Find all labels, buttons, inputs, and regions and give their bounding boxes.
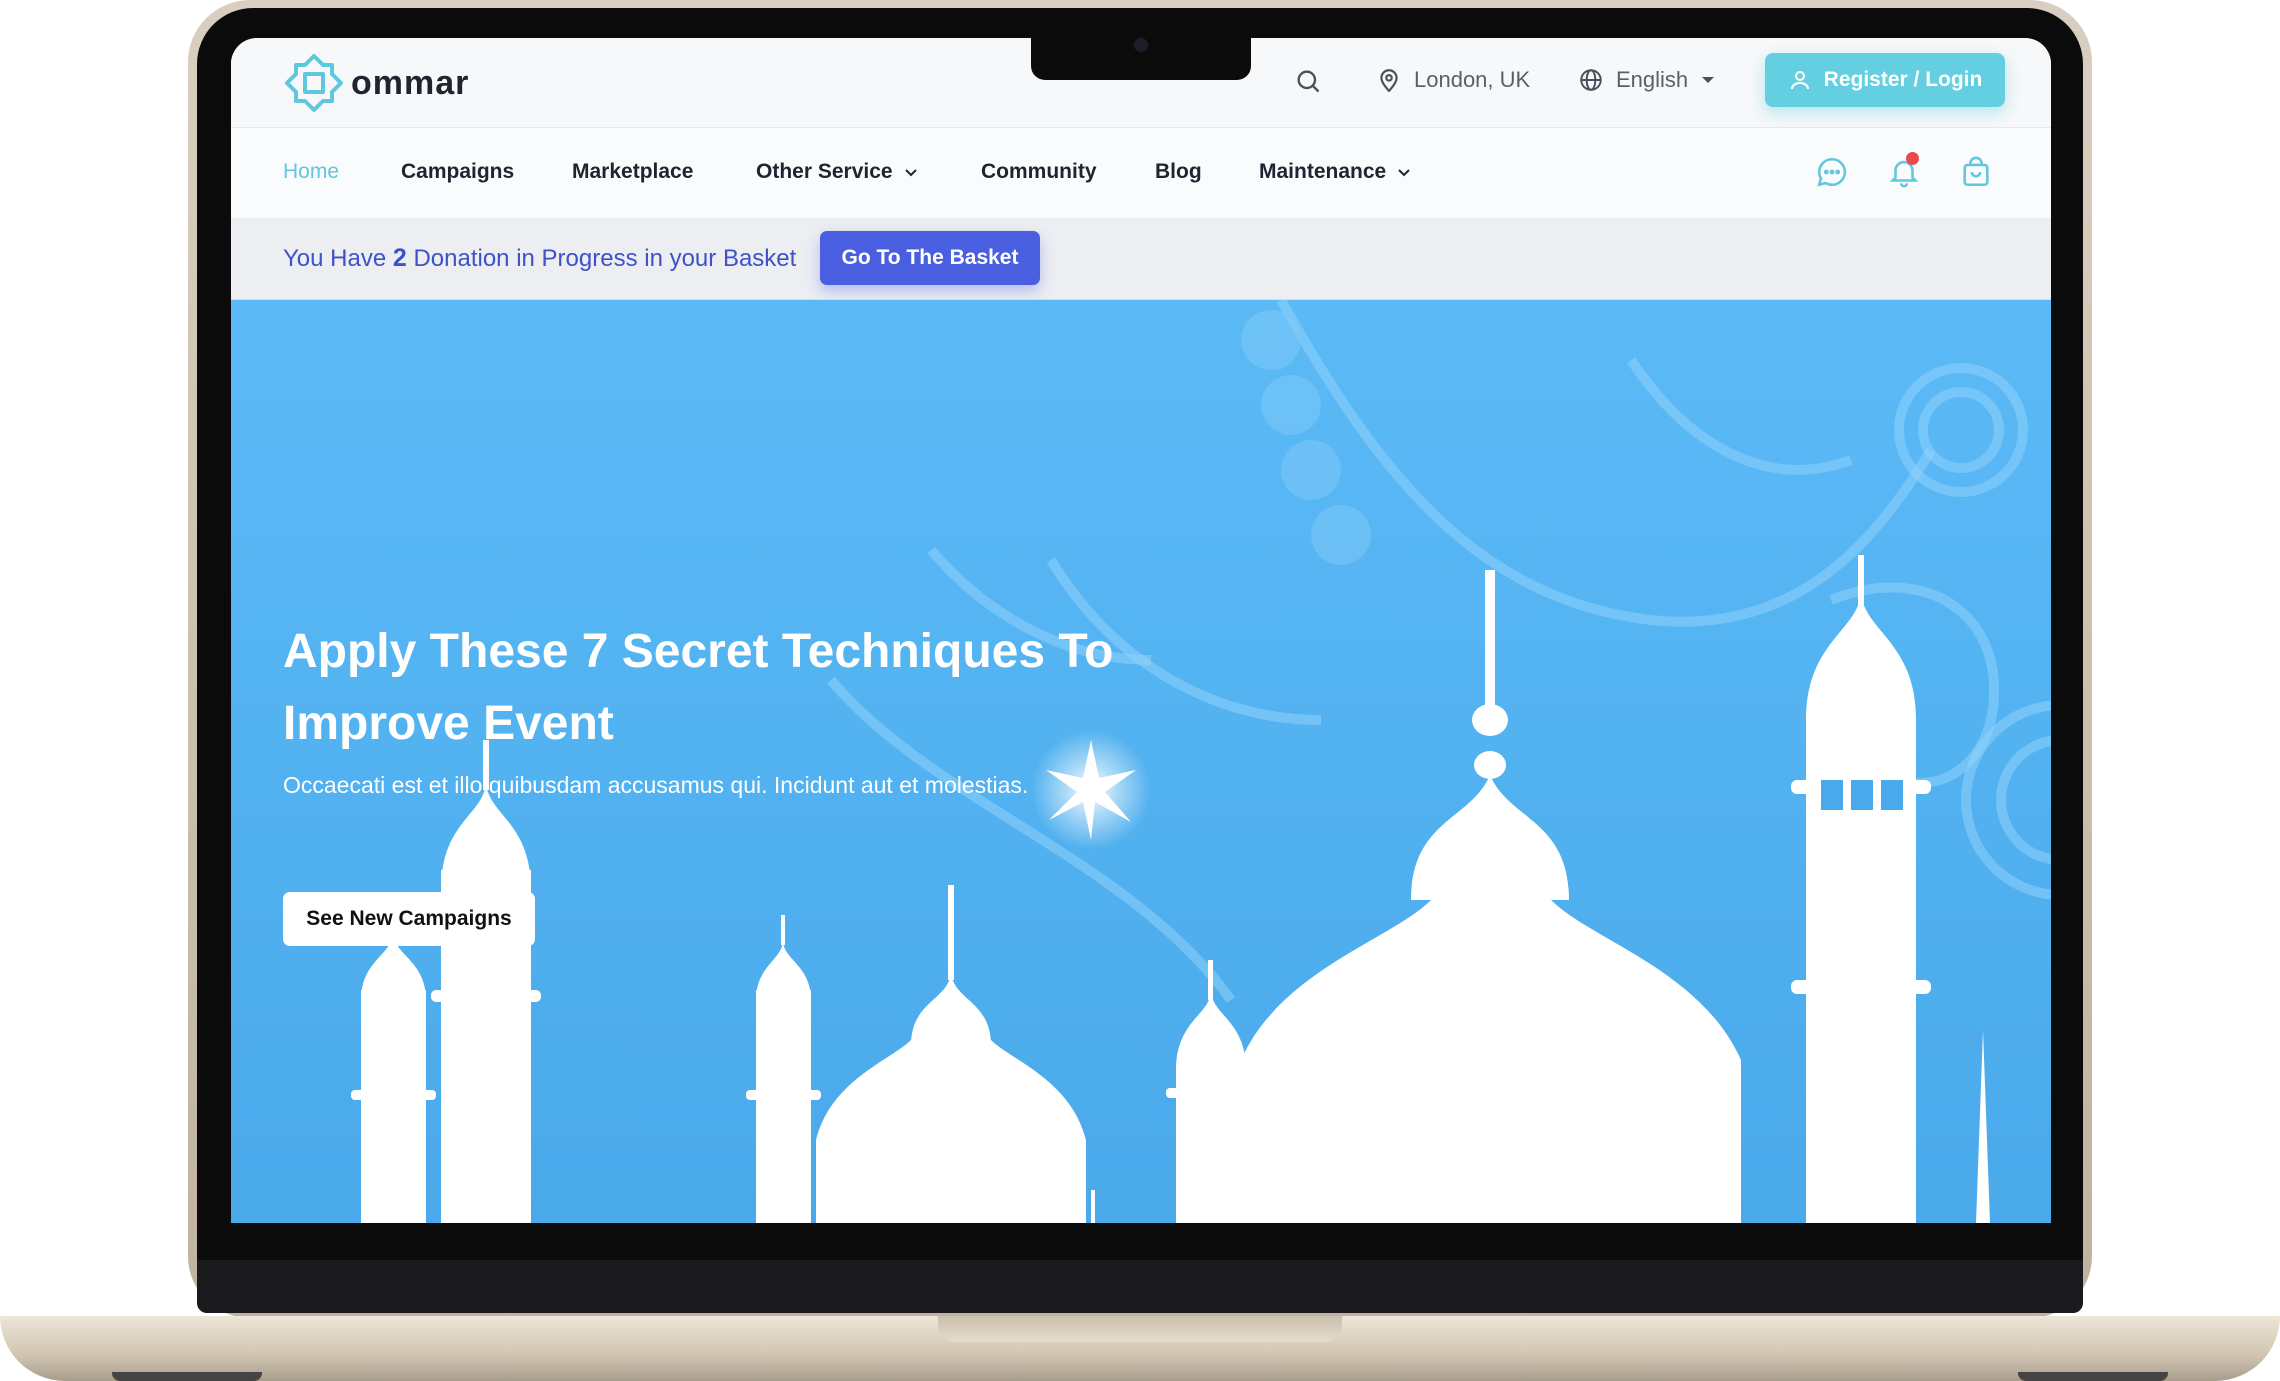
nav-item-label: Blog <box>1155 160 1202 183</box>
brand-name: ommar <box>351 63 470 102</box>
messages-button[interactable] <box>1812 152 1852 192</box>
laptop-foot-right <box>2018 1372 2168 1381</box>
basket-notice-text: You Have 2 Donation in Progress in your … <box>283 244 796 273</box>
chevron-down-icon <box>904 169 917 177</box>
hero-title: Apply These 7 Secret Techniques To Impro… <box>283 625 1114 750</box>
globe-icon <box>1580 69 1602 91</box>
go-to-basket-label: Go To The Basket <box>841 246 1019 269</box>
go-to-basket-button[interactable]: Go To The Basket <box>820 231 1040 285</box>
logo-mark-icon <box>285 54 343 112</box>
nav-item-marketplace[interactable]: Marketplace <box>572 160 693 184</box>
nav-item-label: Marketplace <box>572 160 694 183</box>
map-pin-icon <box>1380 69 1398 93</box>
nav-item-campaigns[interactable]: Campaigns <box>401 160 514 184</box>
nav-item-blog[interactable]: Blog <box>1155 160 1202 184</box>
basket-notice: You Have 2 Donation in Progress in your … <box>231 218 2051 300</box>
laptop-foot-left <box>112 1372 262 1381</box>
user-icon <box>1790 71 1809 90</box>
nav-item-other-service[interactable]: Other Service <box>756 160 919 184</box>
register-login-label: Register / Login <box>1823 68 1983 91</box>
camera-icon <box>1134 38 1148 52</box>
nav-item-label: Campaigns <box>401 160 515 183</box>
location-selector[interactable]: London, UK <box>1376 67 1530 93</box>
see-new-campaigns-button[interactable]: See New Campaigns <box>283 892 535 946</box>
cart-button[interactable] <box>1956 152 1996 192</box>
search-button[interactable] <box>1294 67 1322 95</box>
nav-item-home[interactable]: Home <box>283 160 339 184</box>
nav-item-label: Community <box>981 160 1097 183</box>
notifications-button[interactable] <box>1884 152 1924 192</box>
language-selector[interactable]: English <box>1578 67 1716 93</box>
basket-prefix: You Have <box>283 245 393 272</box>
caret-down-icon <box>1702 77 1715 83</box>
notification-dot <box>1906 152 1919 165</box>
hero-subtitle: Occaecati est et illo quibusdam accusamu… <box>283 772 1029 798</box>
see-new-campaigns-label: See New Campaigns <box>306 907 512 930</box>
mosque-illustration <box>231 300 2051 1223</box>
register-login-button[interactable]: Register / Login <box>1765 53 2005 107</box>
basket-count: 2 <box>392 244 407 272</box>
nav-item-label: Other Service <box>756 160 893 183</box>
hero-banner: Apply These 7 Secret Techniques To Impro… <box>231 300 2051 1223</box>
laptop-chin <box>197 1260 2083 1313</box>
location-label: London, UK <box>1414 67 1531 92</box>
nav-item-community[interactable]: Community <box>981 160 1097 184</box>
basket-suffix: Donation in Progress in your Basket <box>406 245 797 272</box>
laptop-base-notch <box>938 1316 1342 1342</box>
nav-item-label: Home <box>283 160 340 183</box>
main-nav: Home Campaigns Marketplace Other Service… <box>231 128 2051 218</box>
search-icon <box>1297 70 1320 93</box>
chevron-down-icon <box>1398 169 1410 177</box>
chat-icon <box>1817 157 1847 187</box>
nav-item-maintenance[interactable]: Maintenance <box>1259 160 1412 184</box>
nav-item-label: Maintenance <box>1259 160 1387 183</box>
language-label: English <box>1616 67 1689 92</box>
screen: ommar London, UK English Register / Logi… <box>231 38 2051 1223</box>
shopping-bag-icon <box>1963 156 1989 187</box>
brand-logo[interactable]: ommar <box>283 52 469 114</box>
